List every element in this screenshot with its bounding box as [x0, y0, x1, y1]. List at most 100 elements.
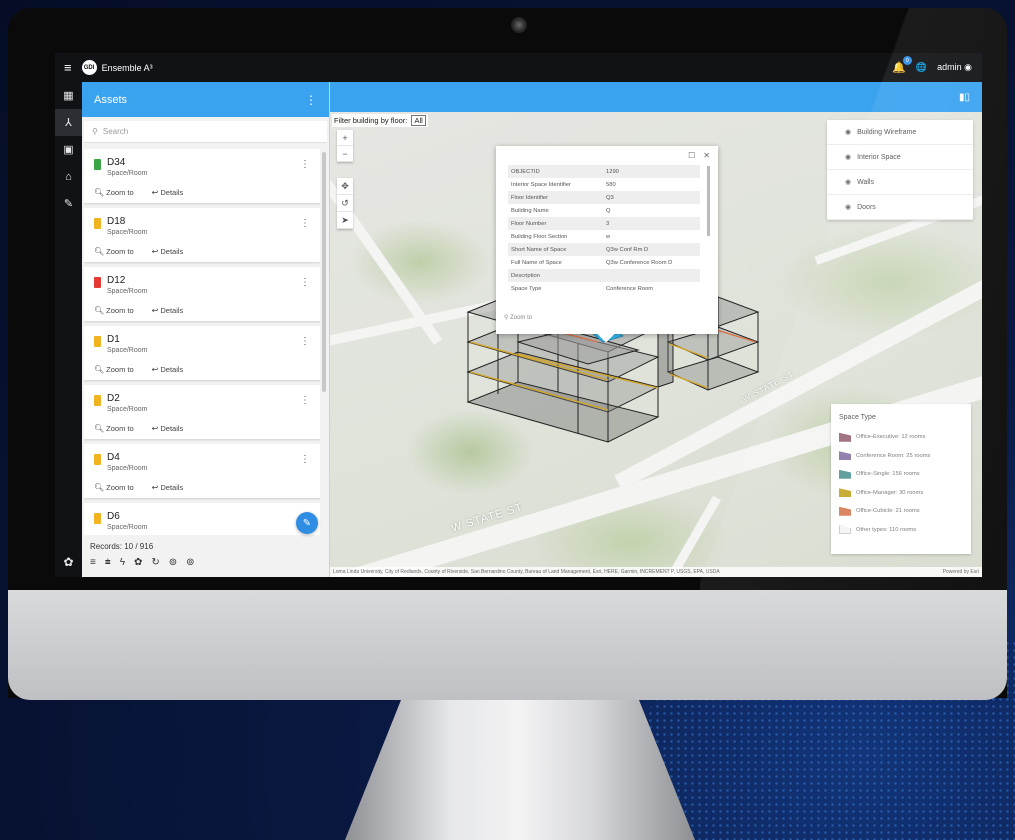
layer-label: Doors: [857, 203, 876, 211]
zoom-label: Zoom to: [106, 483, 134, 492]
notifications-button[interactable]: 🔔 0: [892, 56, 912, 74]
assets-hierarchy-icon[interactable]: ⅄: [55, 109, 82, 136]
details-button[interactable]: ↩ Details: [152, 483, 184, 492]
details-button[interactable]: ↩ Details: [152, 424, 184, 433]
details-button[interactable]: ↩ Details: [152, 247, 184, 256]
app-logo: GDI: [81, 60, 97, 75]
floor-filter-select[interactable]: All: [411, 115, 426, 126]
magnifier-icon: 🔍︎: [94, 483, 105, 492]
dashboard-icon[interactable]: ▦: [55, 82, 82, 109]
webcam-icon: [511, 17, 527, 33]
calendar-icon[interactable]: ▣: [55, 136, 82, 163]
zoom-label: Zoom to: [106, 365, 134, 374]
panel-menu-icon[interactable]: ⋮: [305, 93, 317, 107]
field-name: Floor Number: [508, 217, 603, 230]
door-icon: [94, 277, 101, 288]
details-button[interactable]: ↩ Details: [152, 306, 184, 315]
popup-zoom-to-button[interactable]: ⚲ Zoom to: [504, 314, 532, 321]
settings-gear-icon[interactable]: ✿: [63, 555, 73, 569]
list-item[interactable]: D34 Space/Room ⋮ 🔍︎ Zoom to ↩ Details: [84, 149, 320, 203]
search-icon: ⚲: [92, 127, 98, 136]
zoom-in-icon[interactable]: +: [337, 130, 353, 146]
zoom-to-button[interactable]: 🔍︎ Zoom to: [94, 306, 134, 315]
space-type-legend: Space Type Office-Executive: 12 rooms Co…: [831, 404, 971, 554]
asset-type: Space/Room: [107, 288, 148, 295]
top-bar: ≡ GDI Ensemble A³ 🔔 0 🌐 admin ◉: [55, 53, 982, 82]
reply-arrow-icon: ↩: [151, 424, 159, 433]
powered-by-esri[interactable]: Powered by Esri: [943, 567, 979, 577]
floor-filter: Filter building by floor: All: [332, 114, 428, 127]
list-item[interactable]: D6 Space/Room ⋮: [84, 503, 320, 535]
list-item[interactable]: D18 Space/Room ⋮ 🔍︎ Zoom to ↩ Details: [84, 208, 320, 262]
zoom-out-icon[interactable]: −: [337, 146, 353, 162]
notification-badge: 0: [902, 56, 912, 65]
layer-toggle-walls[interactable]: ◉ Walls: [827, 170, 973, 195]
asset-list: D34 Space/Room ⋮ 🔍︎ Zoom to ↩ Details D18 …: [84, 149, 320, 535]
zoom-to-button[interactable]: 🔍︎ Zoom to: [94, 424, 134, 433]
zoom-to-button[interactable]: 🔍︎ Zoom to: [94, 247, 134, 256]
username: admin: [937, 62, 962, 72]
cloud-upload-icon[interactable]: ⊚: [186, 557, 194, 568]
list-item[interactable]: D1 Space/Room ⋮ 🔍︎ Zoom to ↩ Details: [84, 326, 320, 380]
map-view[interactable]: W STATE ST W STATE ST Filter building by…: [330, 112, 982, 577]
compass-icon[interactable]: ➤: [337, 212, 353, 229]
item-menu-icon[interactable]: ⋮: [300, 454, 310, 465]
screen: ≡ GDI Ensemble A³ 🔔 0 🌐 admin ◉ ▦ ⅄ ▣ ⌂ …: [55, 53, 982, 577]
pan-icon[interactable]: ✥: [337, 178, 353, 195]
layer-toggle-interior-space[interactable]: ◉ Interior Space: [827, 145, 973, 170]
settings-icon[interactable]: ✿: [134, 557, 142, 568]
cloud-download-icon[interactable]: ⊚: [169, 557, 177, 568]
field-value: w: [606, 233, 611, 240]
list-item[interactable]: D12 Space/Room ⋮ 🔍︎ Zoom to ↩ Details: [84, 267, 320, 321]
map-icon[interactable]: ▮▯: [959, 92, 970, 103]
item-menu-icon[interactable]: ⋮: [300, 277, 310, 288]
refresh-icon[interactable]: ↻: [151, 557, 159, 568]
hamburger-menu-icon[interactable]: ≡: [64, 60, 72, 75]
zoom-label: Zoom to: [106, 247, 134, 256]
details-button[interactable]: ↩ Details: [152, 365, 184, 374]
dock-icon[interactable]: ☐: [688, 151, 695, 160]
list-scrollbar[interactable]: [322, 152, 326, 392]
rotate-icon[interactable]: ↺: [337, 195, 353, 212]
field-value: Q: [606, 207, 611, 214]
panel-title: Assets: [94, 93, 128, 106]
user-menu[interactable]: admin ◉: [937, 62, 972, 73]
item-menu-icon[interactable]: ⋮: [300, 218, 310, 229]
details-button[interactable]: ↩ Details: [152, 188, 184, 197]
globe-icon[interactable]: 🌐: [916, 62, 927, 73]
reply-arrow-icon: ↩: [151, 306, 159, 315]
field-name: Building Name: [511, 207, 549, 214]
bank-icon[interactable]: ⌂: [55, 163, 82, 190]
edit-fab-button[interactable]: ✎: [296, 512, 318, 534]
layer-list: ◉ Building Wireframe ◉ Interior Space ◉ Wal…: [827, 120, 973, 220]
layer-toggle-doors[interactable]: ◉ Doors: [827, 195, 973, 220]
item-menu-icon[interactable]: ⋮: [300, 395, 310, 406]
table-row: Interior Space Identifier 580: [508, 178, 700, 191]
legend-swatch: [839, 525, 851, 535]
filter-icon[interactable]: ⩧: [105, 557, 111, 568]
zoom-to-button[interactable]: 🔍︎ Zoom to: [94, 365, 134, 374]
field-value: 580: [606, 181, 616, 188]
item-menu-icon[interactable]: ⋮: [300, 159, 310, 170]
list-item[interactable]: D2 Space/Room ⋮ 🔍︎ Zoom to ↩ Details: [84, 385, 320, 439]
popup-scrollbar[interactable]: [707, 166, 710, 236]
field-value: [603, 269, 700, 282]
search-input[interactable]: ⚲ Search: [84, 121, 327, 143]
sort-icon[interactable]: ≡: [90, 557, 96, 568]
item-menu-icon[interactable]: ⋮: [300, 336, 310, 347]
eye-icon: ◉: [845, 204, 852, 211]
close-icon[interactable]: ✕: [703, 151, 710, 160]
field-name: Space Type: [511, 285, 542, 292]
feature-popup: ☐ ✕ OBJECTID 1290 Interior Space Identifi…: [496, 146, 718, 343]
table-row: Building Name Q: [508, 204, 700, 217]
flash-icon[interactable]: ϟ: [120, 557, 125, 568]
list-item[interactable]: D4 Space/Room ⋮ 🔍︎ Zoom to ↩ Details: [84, 444, 320, 498]
layer-toggle-building-wireframe[interactable]: ◉ Building Wireframe: [827, 120, 973, 145]
zoom-to-button[interactable]: 🔍︎ Zoom to: [94, 483, 134, 492]
details-label: Details: [160, 424, 184, 433]
layer-label: Interior Space: [857, 153, 901, 161]
details-label: Details: [160, 188, 184, 197]
tools-icon[interactable]: ✎: [55, 190, 82, 217]
zoom-to-button[interactable]: 🔍︎ Zoom to: [94, 188, 134, 197]
details-label: Details: [160, 483, 184, 492]
